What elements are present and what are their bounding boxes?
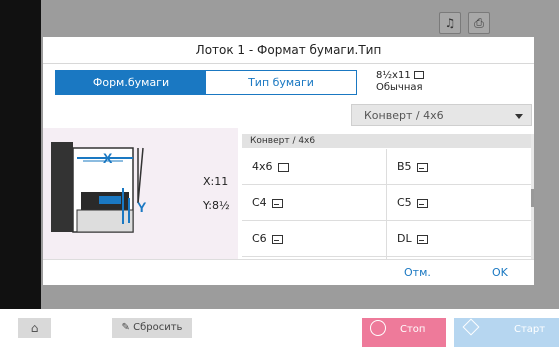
size-label: C5 [397, 196, 412, 209]
tab-paper-type[interactable]: Тип бумаги [206, 71, 356, 94]
size-option-dl[interactable]: DL [387, 221, 531, 257]
envelope-icon [416, 198, 428, 208]
size-label: C4 [252, 196, 267, 209]
current-setting-summary: 8½x11 Обычная [376, 70, 424, 94]
size-label: C6 [252, 232, 267, 245]
envelope-icon [416, 162, 428, 172]
size-label: 4x6 [252, 160, 273, 173]
size-option-b5[interactable]: B5 [387, 149, 531, 185]
reset-icon: ✎ [121, 322, 134, 333]
cancel-button[interactable]: Отм. [404, 266, 431, 279]
size-category-dropdown[interactable]: Конверт / 4x6 [351, 104, 532, 126]
hardware-bottom-bar: ⌂ ✎ Сбросить Стоп Старт [0, 309, 559, 347]
envelope-icon [271, 198, 283, 208]
tab-paper-size[interactable]: Форм.бумаги [56, 71, 206, 94]
summary-size: 8½x11 [376, 70, 411, 81]
paper-settings-dialog: Лоток 1 - Формат бумаги.Тип Форм.бумаги … [43, 37, 534, 285]
home-icon: ⌂ [30, 321, 39, 335]
size-label: B5 [397, 160, 412, 173]
summary-type: Обычная [376, 82, 423, 93]
tray-illustration: X Y [43, 128, 238, 259]
envelope-icon [271, 234, 283, 244]
start-icon [462, 318, 480, 336]
svg-text:X: X [103, 150, 113, 166]
job-status-icon[interactable]: ⎙ [468, 12, 490, 34]
size-list-header: Конверт / 4x6 [242, 134, 531, 148]
stop-icon [370, 320, 386, 336]
size-label: DL [397, 232, 412, 245]
reset-button[interactable]: ✎ Сбросить [112, 318, 192, 338]
size-option-c4[interactable]: C4 [242, 185, 386, 221]
size-option-c6[interactable]: C6 [242, 221, 386, 257]
ok-button[interactable]: OK [492, 266, 508, 279]
scrollbar-thumb[interactable] [531, 189, 534, 207]
dimension-x-label: X:11 [203, 175, 229, 188]
size-option-4x6[interactable]: 4x6 [242, 149, 386, 185]
dialog-footer: Отм. OK [43, 259, 534, 286]
start-button[interactable]: Старт [454, 318, 559, 347]
dialog-title: Лоток 1 - Формат бумаги.Тип [43, 37, 534, 64]
stop-button[interactable]: Стоп [362, 318, 446, 347]
tab-bar: Форм.бумаги Тип бумаги [55, 70, 357, 95]
reset-label: Сбросить [133, 322, 183, 333]
bell-icon[interactable]: ♫ [439, 12, 461, 34]
svg-text:Y: Y [137, 199, 147, 215]
start-label: Старт [514, 324, 546, 335]
chevron-down-icon [515, 114, 523, 119]
size-option-c5[interactable]: C5 [387, 185, 531, 221]
portrait-doc-icon [277, 162, 289, 172]
stop-label: Стоп [400, 324, 426, 335]
home-button[interactable]: ⌂ [18, 318, 51, 338]
dimension-y-label: Y:8½ [203, 199, 230, 212]
portrait-doc-icon [413, 71, 424, 79]
envelope-icon [416, 234, 428, 244]
dropdown-value: Конверт / 4x6 [364, 109, 444, 122]
grid-divider [386, 149, 387, 259]
tray-diagram-icon: X Y [51, 142, 147, 233]
left-bezel [0, 0, 41, 309]
size-list-scrollbar[interactable] [531, 134, 534, 259]
